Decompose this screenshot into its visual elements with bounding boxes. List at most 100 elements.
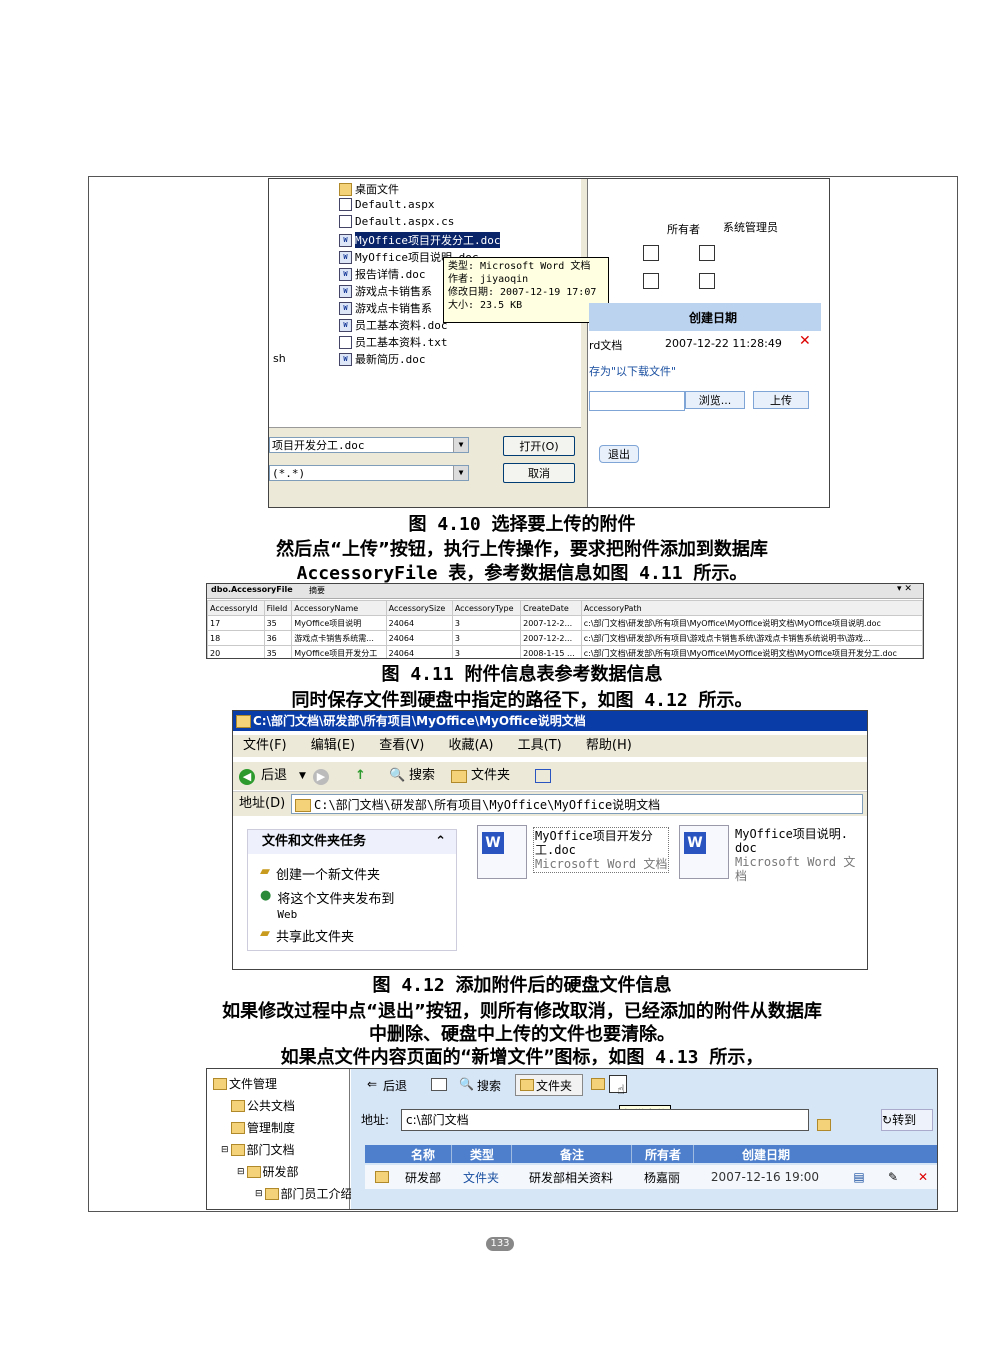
table-row[interactable]: 研发部 文件夹 研发部相关资料 杨嘉丽 2007-12-16 19:00 ▤ ✎…: [365, 1165, 937, 1189]
table-row[interactable]: 18 36 游戏点卡销售系统需... 24064 3 2007-12-2... c:\部门文…: [207, 630, 923, 646]
expand-icon[interactable]: ⊟: [237, 1167, 245, 1177]
filename-input[interactable]: 项目开发分工.doc ▼: [269, 437, 469, 453]
word-icon: W: [339, 233, 352, 247]
folders-button[interactable]: 文件夹: [515, 1074, 583, 1096]
tree-node[interactable]: ⊟ 部门文档: [221, 1141, 295, 1158]
owner-value: 系统管理员: [723, 221, 778, 234]
checkbox[interactable]: [643, 245, 659, 261]
back-arrow-icon[interactable]: ⇐: [367, 1077, 377, 1091]
menu-view[interactable]: 查看(V): [379, 738, 424, 753]
figure-4-13: 文件管理 公共文档 管理制度 ⊟ 部门文档 ⊟ 研发部 ⊟ 部门员工介绍 ⇐ 后退 🔍…: [206, 1068, 938, 1210]
checkbox[interactable]: [643, 273, 659, 289]
checkbox[interactable]: [699, 245, 715, 261]
table-row[interactable]: 17 35 MyOffice项目说明 24064 3 2007-12-2... c:\部门文…: [207, 615, 923, 631]
go-button[interactable]: ↻转到: [881, 1109, 933, 1131]
file-item-selected[interactable]: W MyOffice项目开发分工.doc: [339, 232, 501, 248]
window-title: C:\部门文档\研发部\所有项目\MyOffice\MyOffice说明文档: [233, 711, 867, 731]
word-doc-icon[interactable]: W: [477, 825, 527, 879]
file-item[interactable]: 员工基本资料.txt: [339, 334, 448, 350]
forward-arrow-icon[interactable]: ▶: [313, 769, 329, 785]
tree-node[interactable]: ⊟ 部门员工介绍: [255, 1185, 353, 1202]
back-arrow-icon[interactable]: ◀: [239, 769, 255, 785]
open-button[interactable]: 打开(O): [503, 436, 575, 456]
task-new-folder[interactable]: ▰ 创建一个新文件夹: [260, 864, 380, 883]
doc-item[interactable]: MyOffice项目说明. doc Microsoft Word 文档: [735, 827, 867, 883]
search-button[interactable]: 搜索: [409, 762, 435, 790]
file-item[interactable]: 桌面文件: [339, 181, 399, 197]
filetype-select[interactable]: (*.*) ▼: [269, 465, 469, 481]
task-publish-web[interactable]: ● 将这个文件夹发布到 Web: [260, 888, 394, 922]
tree-node[interactable]: 公共文档: [231, 1097, 295, 1114]
browse-button[interactable]: 浏览...: [685, 391, 745, 409]
share-folder-icon: ▰: [260, 926, 270, 941]
file-item[interactable]: W 报告详情.doc: [339, 266, 426, 282]
delete-icon[interactable]: ✕: [913, 1165, 933, 1189]
delete-icon[interactable]: ✕: [799, 333, 811, 349]
up-folder-icon[interactable]: ↑: [355, 762, 366, 790]
task-share-folder[interactable]: ▰ 共享此文件夹: [260, 926, 354, 945]
grid-header: 名称 类型 备注 所有者 创建日期: [365, 1145, 937, 1163]
tree-node[interactable]: ⊟ 研发部: [237, 1163, 299, 1180]
aspx-icon: [339, 198, 352, 211]
search-button[interactable]: 搜索: [477, 1077, 501, 1094]
back-button[interactable]: 后退: [383, 1077, 407, 1094]
edit-icon[interactable]: ✎: [883, 1165, 903, 1189]
globe-icon: ●: [260, 888, 272, 903]
file-item[interactable]: W 最新简历.doc: [339, 351, 426, 367]
expand-icon[interactable]: ⊟: [255, 1189, 263, 1199]
toolbar: ◀ 后退 ▼ ▶ ↑ 🔍 搜索 文件夹: [233, 761, 867, 790]
chevron-down-icon[interactable]: ▼: [453, 466, 468, 480]
close-icon[interactable]: ▾ ✕: [897, 584, 912, 594]
file-item[interactable]: W 员工基本资料.doc: [339, 317, 448, 333]
table-header-row: AccessoryId FileId AccessoryName Accesso…: [207, 600, 923, 616]
cancel-button[interactable]: 取消: [503, 463, 575, 483]
table-row[interactable]: 20 35 MyOffice项目开发分工 24064 3 2008-1-15 ... c:\…: [207, 645, 923, 658]
folder-icon: [817, 1119, 831, 1131]
collapse-icon[interactable]: ⌃: [435, 830, 446, 854]
folder-icon: [231, 1099, 245, 1112]
menu-help[interactable]: 帮助(H): [586, 738, 632, 753]
menu-file[interactable]: 文件(F): [243, 738, 287, 753]
views-icon[interactable]: [535, 769, 551, 783]
chevron-down-icon[interactable]: ▼: [453, 438, 468, 452]
task-panel-header[interactable]: 文件和文件夹任务 ⌃: [248, 830, 456, 854]
file-item[interactable]: W 游戏点卡销售系: [339, 283, 432, 299]
menu-favorites[interactable]: 收藏(A): [448, 738, 493, 753]
up-icon[interactable]: [431, 1078, 447, 1091]
menu-edit[interactable]: 编辑(E): [311, 738, 355, 753]
folder-icon[interactable]: [591, 1078, 605, 1090]
folder-tree: 文件管理 公共文档 管理制度 ⊟ 部门文档 ⊟ 研发部 ⊟ 部门员工介绍: [207, 1069, 353, 1209]
folder-icon: [339, 182, 352, 196]
tab-summary[interactable]: 摘要: [309, 585, 325, 596]
word-doc-icon[interactable]: W: [679, 825, 729, 879]
menu-tools[interactable]: 工具(T): [518, 738, 562, 753]
row-type: rd文档: [589, 339, 623, 352]
chevron-down-icon[interactable]: ▼: [299, 762, 306, 790]
word-icon: W: [339, 250, 352, 264]
new-folder-icon: ▰: [260, 864, 270, 879]
address-input[interactable]: c:\部门文档: [401, 1109, 809, 1131]
tab-table[interactable]: dbo.AccessoryFile: [211, 585, 293, 594]
file-item[interactable]: Default.aspx: [339, 198, 434, 211]
back-button[interactable]: 后退: [261, 762, 287, 790]
expand-icon[interactable]: ⊟: [221, 1145, 229, 1155]
properties-icon[interactable]: ▤: [849, 1165, 869, 1189]
upload-button[interactable]: 上传: [753, 391, 809, 409]
folders-button[interactable]: 文件夹: [471, 762, 510, 790]
file-path-input[interactable]: [589, 391, 685, 411]
doc-item-selected[interactable]: MyOffice项目开发分 工.doc Microsoft Word 文档: [533, 827, 670, 873]
file-item[interactable]: W 游戏点卡销售系: [339, 300, 432, 316]
address-label: 地址:: [361, 1113, 390, 1127]
caption-4-11: 图 4.11 附件信息表参考数据信息: [381, 664, 663, 685]
exit-button[interactable]: 退出: [599, 445, 639, 463]
paragraph-line: 同时保存文件到硬盘中指定的路径下，如图 4.12 所示。: [291, 690, 753, 711]
paragraph-line: AccessoryFile 表，参考数据信息如图 4.11 所示。: [296, 563, 748, 584]
address-input[interactable]: C:\部门文档\研发部\所有项目\MyOffice\MyOffice说明文档: [291, 794, 863, 814]
address-bar: 地址(D) C:\部门文档\研发部\所有项目\MyOffice\MyOffice…: [233, 791, 867, 816]
folder-icon: [451, 770, 467, 783]
checkbox[interactable]: [699, 273, 715, 289]
tree-node[interactable]: 文件管理: [213, 1075, 277, 1092]
folder-icon: [264, 1187, 279, 1200]
file-item[interactable]: Default.aspx.cs: [339, 215, 454, 228]
tree-node[interactable]: 管理制度: [231, 1119, 295, 1136]
